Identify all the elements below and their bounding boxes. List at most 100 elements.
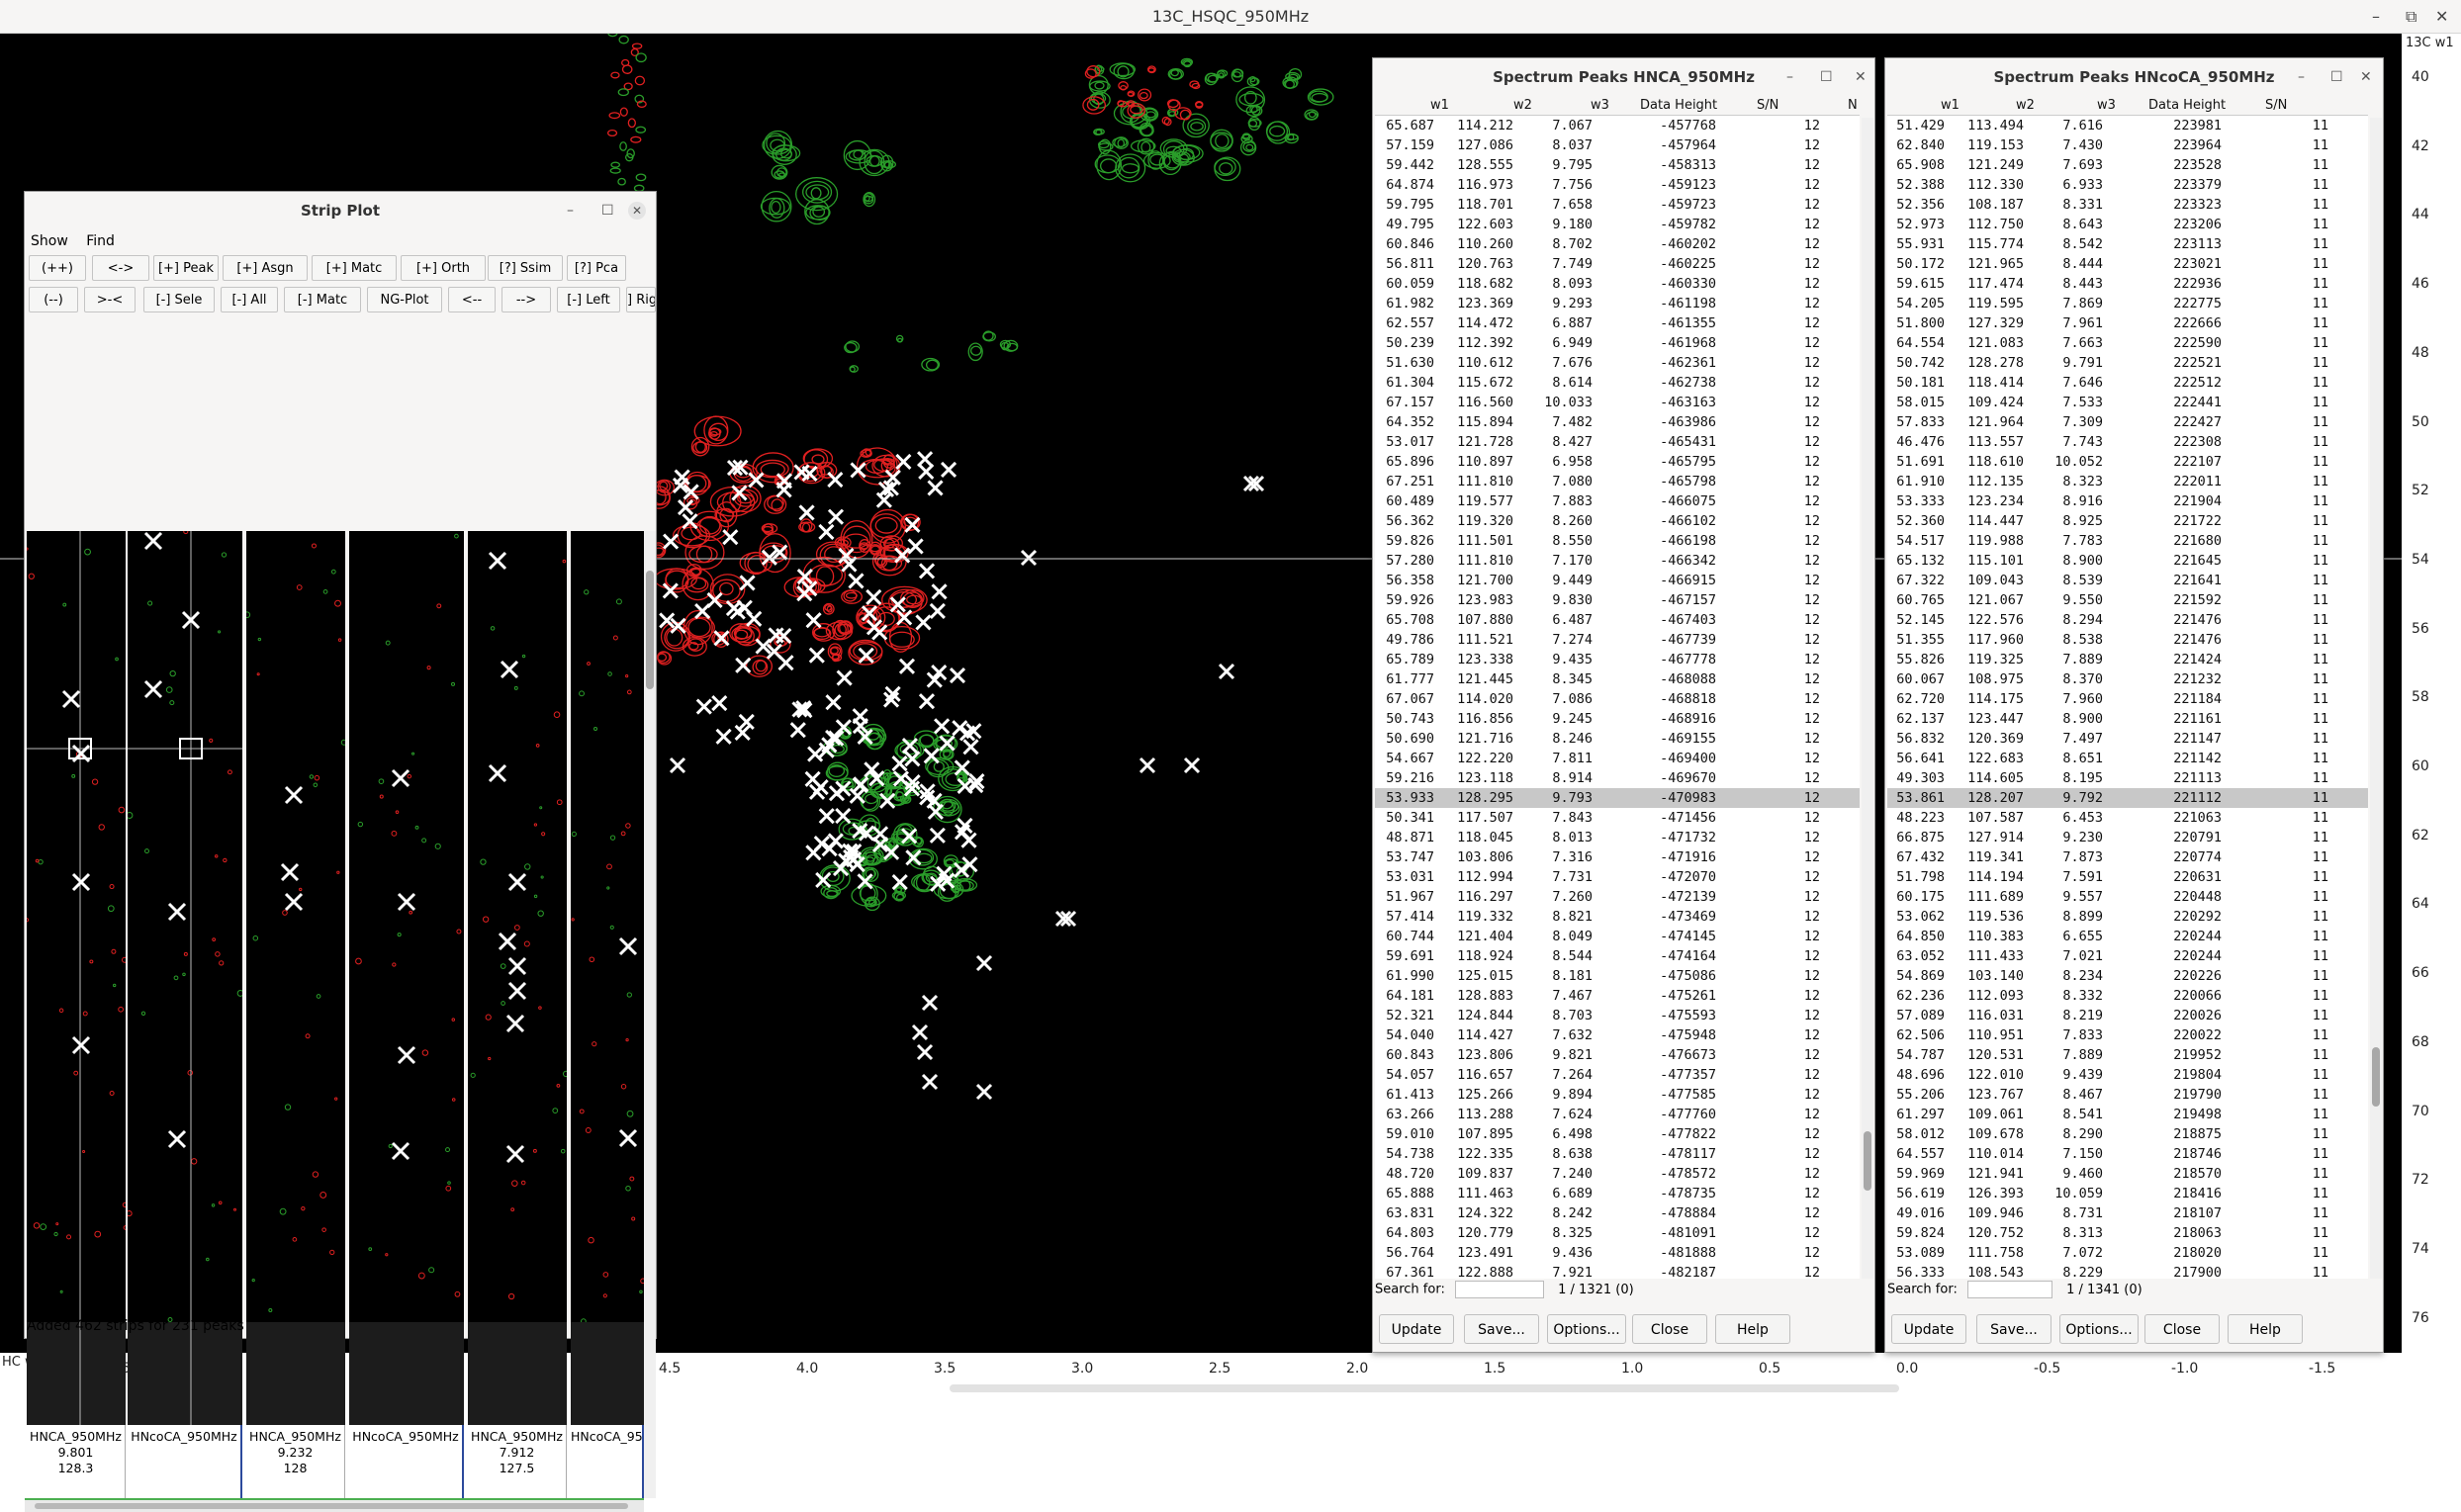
table-row[interactable]: 54.040 114.427 7.632 -475948 12 (1375, 1025, 1860, 1045)
table-row[interactable]: 51.630 110.612 7.676 -462361 12 (1375, 353, 1860, 373)
table-row[interactable]: 58.015 109.424 7.533 222441 11 (1887, 393, 2368, 412)
minimize-icon[interactable]: – (2298, 58, 2305, 96)
table-row[interactable]: 56.764 123.491 9.436 -481888 12 (1375, 1243, 1860, 1263)
table-row[interactable]: 58.012 109.678 8.290 218875 11 (1887, 1124, 2368, 1144)
table-row[interactable]: 63.831 124.322 8.242 -478884 12 (1375, 1203, 1860, 1223)
column-header[interactable]: S/N (2265, 96, 2287, 116)
minimize-icon[interactable]: – (567, 192, 574, 229)
table-row[interactable]: 57.414 119.332 8.821 -473469 12 (1375, 907, 1860, 927)
strip-canvas[interactable] (246, 531, 345, 1425)
table-row[interactable]: 60.059 118.682 8.093 -460330 12 (1375, 274, 1860, 294)
table-row[interactable]: 64.850 110.383 6.655 220244 11 (1887, 927, 2368, 946)
table-row[interactable]: 56.358 121.700 9.449 -466915 12 (1375, 571, 1860, 590)
table-row[interactable]: 54.869 103.140 8.234 220226 11 (1887, 966, 2368, 986)
table-row[interactable]: 51.429 113.494 7.616 223981 11 (1887, 116, 2368, 135)
maximize-icon[interactable]: ⧉ (2406, 0, 2416, 34)
close-button[interactable]: Close (2144, 1314, 2220, 1344)
table-row[interactable]: 48.696 122.010 9.439 219804 11 (1887, 1065, 2368, 1085)
strip-button[interactable]: (--) (29, 287, 78, 312)
table-row[interactable]: 59.795 118.701 7.658 -459723 12 (1375, 195, 1860, 215)
maximize-icon[interactable]: ☐ (1820, 58, 1833, 96)
column-header[interactable]: w1 (1941, 96, 1960, 116)
search-input[interactable] (1454, 1281, 1544, 1298)
table-row[interactable]: 60.067 108.975 8.370 221232 11 (1887, 669, 2368, 689)
table-row[interactable]: 59.216 123.118 8.914 -469670 12 (1375, 768, 1860, 788)
table-row[interactable]: 53.861 128.207 9.792 221112 11 (1887, 788, 2368, 808)
table-row[interactable]: 56.832 120.369 7.497 221147 11 (1887, 729, 2368, 749)
update-button[interactable]: Update (1379, 1314, 1454, 1344)
table-row[interactable]: 63.266 113.288 7.624 -477760 12 (1375, 1105, 1860, 1124)
strip-button[interactable]: --> (501, 287, 551, 312)
table-row[interactable]: 50.172 121.965 8.444 223021 11 (1887, 254, 2368, 274)
table-row[interactable]: 62.236 112.093 8.332 220066 11 (1887, 986, 2368, 1006)
strip-vertical-scrollbar[interactable] (644, 531, 656, 1498)
table-row[interactable]: 59.691 118.924 8.544 -474164 12 (1375, 946, 1860, 966)
peaks-hncoca-scrollbar[interactable] (2370, 118, 2382, 1279)
close-icon[interactable]: ✕ (2435, 0, 2448, 34)
strip-label[interactable]: HNcoCA_950MHz (128, 1425, 242, 1498)
column-header[interactable]: Data Height (1640, 96, 1717, 116)
peaks-hncoca-table[interactable]: w1 w2 w3 Data Height S/N 51.429 113.494 7.616 22… (1887, 96, 2368, 1279)
table-row[interactable]: 52.388 112.330 6.933 223379 11 (1887, 175, 2368, 195)
table-row[interactable]: 49.786 111.521 7.274 -467739 12 (1375, 630, 1860, 650)
strip-button[interactable]: NG-Plot (367, 287, 442, 312)
table-row[interactable]: 50.690 121.716 8.246 -469155 12 (1375, 729, 1860, 749)
table-row[interactable]: 53.747 103.806 7.316 -471916 12 (1375, 847, 1860, 867)
table-row[interactable]: 51.798 114.194 7.591 220631 11 (1887, 867, 2368, 887)
close-button[interactable]: Close (1632, 1314, 1707, 1344)
table-row[interactable]: 61.982 123.369 9.293 -461198 12 (1375, 294, 1860, 313)
table-row[interactable]: 54.667 122.220 7.811 -469400 12 (1375, 749, 1860, 768)
table-row[interactable]: 56.811 120.763 7.749 -460225 12 (1375, 254, 1860, 274)
table-row[interactable]: 56.619 126.393 10.059 218416 11 (1887, 1184, 2368, 1203)
table-row[interactable]: 60.765 121.067 9.550 221592 11 (1887, 590, 2368, 610)
maximize-icon[interactable]: ☐ (601, 192, 614, 229)
table-row[interactable]: 52.321 124.844 8.703 -475593 12 (1375, 1006, 1860, 1025)
table-row[interactable]: 60.175 111.689 9.557 220448 11 (1887, 887, 2368, 907)
table-row[interactable]: 49.303 114.605 8.195 221113 11 (1887, 768, 2368, 788)
table-row[interactable]: 53.031 112.994 7.731 -472070 12 (1375, 867, 1860, 887)
table-row[interactable]: 46.476 113.557 7.743 222308 11 (1887, 432, 2368, 452)
help-button[interactable]: Help (2228, 1314, 2303, 1344)
search-input[interactable] (1966, 1281, 2052, 1298)
table-row[interactable]: 66.875 127.914 9.230 220791 11 (1887, 828, 2368, 847)
strip-5[interactable] (468, 531, 567, 1425)
strip-3[interactable] (246, 531, 345, 1425)
table-row[interactable]: 52.973 112.750 8.643 223206 11 (1887, 215, 2368, 234)
table-row[interactable]: 65.687 114.212 7.067 -457768 12 (1375, 116, 1860, 135)
column-header[interactable]: w3 (1591, 96, 1609, 116)
strip-label[interactable]: HNcoCA_950MHz (349, 1425, 464, 1498)
table-row[interactable]: 65.888 111.463 6.689 -478735 12 (1375, 1184, 1860, 1203)
table-row[interactable]: 62.720 114.175 7.960 221184 11 (1887, 689, 2368, 709)
table-row[interactable]: 55.826 119.325 7.889 221424 11 (1887, 650, 2368, 669)
table-row[interactable]: 54.787 120.531 7.889 219952 11 (1887, 1045, 2368, 1065)
table-row[interactable]: 52.356 108.187 8.331 223323 11 (1887, 195, 2368, 215)
table-row[interactable]: 53.017 121.728 8.427 -465431 12 (1375, 432, 1860, 452)
minimize-icon[interactable]: – (1786, 58, 1793, 96)
table-row[interactable]: 59.442 128.555 9.795 -458313 12 (1375, 155, 1860, 175)
update-button[interactable]: Update (1891, 1314, 1966, 1344)
table-row[interactable]: 67.157 116.560 10.033 -463163 12 (1375, 393, 1860, 412)
table-header[interactable]: w1 w2 w3 Data Height S/N (1887, 96, 2368, 116)
menu-find[interactable]: Find (86, 233, 115, 249)
table-row[interactable]: 50.341 117.507 7.843 -471456 12 (1375, 808, 1860, 828)
strip-2[interactable] (128, 531, 242, 1425)
table-row[interactable]: 54.517 119.988 7.783 221680 11 (1887, 531, 2368, 551)
help-button[interactable]: Help (1715, 1314, 1790, 1344)
table-row[interactable]: 49.016 109.946 8.731 218107 11 (1887, 1203, 2368, 1223)
table-row[interactable]: 50.239 112.392 6.949 -461968 12 (1375, 333, 1860, 353)
table-row[interactable]: 54.738 122.335 8.638 -478117 12 (1375, 1144, 1860, 1164)
strip-button[interactable]: <-> (92, 255, 149, 281)
column-header[interactable]: w2 (2016, 96, 2035, 116)
table-row[interactable]: 59.969 121.941 9.460 218570 11 (1887, 1164, 2368, 1184)
table-row[interactable]: 51.967 116.297 7.260 -472139 12 (1375, 887, 1860, 907)
table-row[interactable]: 53.333 123.234 8.916 221904 11 (1887, 491, 2368, 511)
table-row[interactable]: 59.615 117.474 8.443 222936 11 (1887, 274, 2368, 294)
table-row[interactable]: 67.361 122.888 7.921 -482187 12 (1375, 1263, 1860, 1279)
strip-button[interactable]: (++) (29, 255, 86, 281)
strip-label[interactable]: HNCA_950MHz 9.801 128.3 (27, 1425, 126, 1498)
table-row[interactable]: 67.322 109.043 8.539 221641 11 (1887, 571, 2368, 590)
table-row[interactable]: 61.304 115.672 8.614 -462738 12 (1375, 373, 1860, 393)
strip-button[interactable]: [+] Peak (153, 255, 219, 281)
peaks-hncoca-titlebar[interactable]: Spectrum Peaks HNcoCA_950MHz – ☐ ✕ (1885, 58, 2383, 96)
table-row[interactable]: 49.795 122.603 9.180 -459782 12 (1375, 215, 1860, 234)
